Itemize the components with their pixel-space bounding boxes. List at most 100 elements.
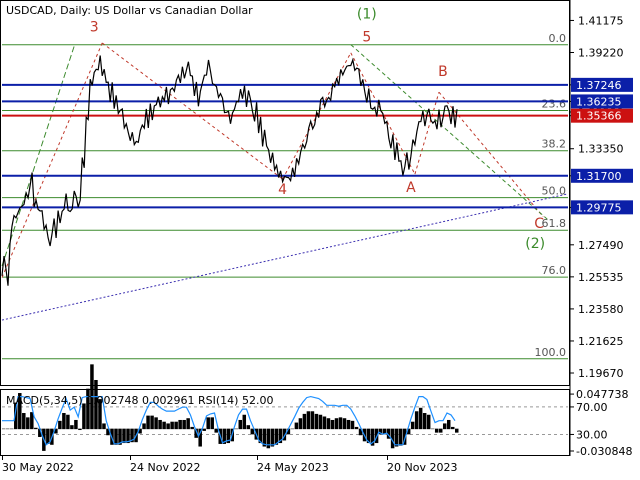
- macd-bar: [302, 413, 307, 430]
- macd-bar: [242, 414, 247, 430]
- wave-label-0: 3: [90, 20, 99, 36]
- macd-bar: [202, 428, 206, 431]
- macd-bar: [326, 418, 331, 430]
- macd-bar: [250, 428, 255, 435]
- chart-symbol-info: USDCAD, Daily: US Dollar vs Canadian Dol…: [6, 4, 253, 17]
- level-tag-label-3: 1.31700: [576, 170, 622, 183]
- macd-bar: [6, 428, 10, 430]
- macd-bar: [22, 413, 26, 430]
- macd-bar: [70, 425, 74, 430]
- macd-bar: [342, 418, 347, 430]
- macd-bar: [178, 419, 182, 430]
- y-tick-label-11: 1.23580: [578, 303, 624, 316]
- macd-bar: [430, 428, 435, 430]
- wave-label-3: (1): [357, 6, 377, 22]
- macd-bar: [146, 415, 150, 430]
- macd-bar: [338, 417, 343, 430]
- macd-bar: [442, 423, 447, 430]
- macd-bar: [410, 421, 415, 430]
- macd-bar: [446, 419, 451, 430]
- macd-bar: [102, 423, 106, 430]
- time-axis: 30 May 2022 24 Nov 2022 24 May 2023 20 Nov …: [2, 456, 457, 474]
- macd-bar: [234, 428, 239, 430]
- macd-bar: [322, 416, 327, 430]
- macd-bar: [214, 428, 218, 433]
- level-tag-label-0: 1.37246: [576, 79, 622, 92]
- macd-bar: [46, 428, 50, 444]
- fib-label-2: 38.2: [542, 138, 567, 151]
- macd-bar: [330, 419, 335, 430]
- macd-bar: [62, 413, 66, 430]
- macd-bar: [270, 428, 275, 447]
- ind-tick-label-3: -0.030848: [576, 445, 632, 458]
- macd-bar: [158, 419, 162, 430]
- macd-bar: [314, 413, 319, 430]
- macd-bar: [398, 428, 403, 446]
- macd-bar: [346, 419, 351, 430]
- fib-label-0: 0.0: [549, 32, 567, 45]
- macd-bar: [310, 411, 315, 430]
- level-tag-label-1: 1.36235: [576, 95, 622, 108]
- y-tick-label-1: 1.39220: [578, 46, 624, 59]
- level-tag-label-4: 1.29775: [576, 201, 622, 214]
- macd-bar: [114, 428, 118, 445]
- macd-bar: [10, 428, 14, 430]
- price-chart: 0.0 23.6 38.2 50.0 61.8 76.0 100.0 3 4 5 (1) A B C (2…: [0, 0, 633, 474]
- macd-bar: [350, 420, 355, 430]
- macd-bar: [162, 421, 166, 430]
- ind-tick-label-1: 70.00: [576, 401, 608, 414]
- y-tick-label-0: 1.41175: [578, 14, 624, 27]
- macd-bar: [354, 426, 359, 430]
- macd-bar: [166, 423, 170, 430]
- ind-tick-label-2: 30.00: [576, 428, 608, 441]
- macd-bar: [298, 418, 303, 430]
- y-tick-label-12: 1.21625: [578, 335, 624, 348]
- macd-bar: [2, 428, 6, 430]
- macd-bar: [190, 426, 194, 430]
- fib-label-5: 76.0: [542, 264, 567, 277]
- level-tag-label-2: 1.35366: [576, 110, 622, 123]
- fib-label-3: 50.0: [542, 185, 567, 198]
- x-tick-label-2: 24 May 2023: [257, 461, 329, 474]
- indicator-info: MACD(5,34,5) 0.002748 0.002961 RSI(14) 5…: [6, 394, 273, 407]
- macd-bar: [294, 422, 299, 430]
- macd-bar: [418, 407, 423, 430]
- x-tick-label-0: 30 May 2022: [2, 461, 74, 474]
- macd-bar: [334, 418, 339, 430]
- price-axis: 1.411751.392201.372461.362351.353661.355…: [570, 14, 624, 380]
- y-tick-label-10: 1.25535: [578, 271, 624, 284]
- macd-bar: [238, 419, 243, 430]
- y-tick-label-9: 1.27490: [578, 239, 624, 252]
- wave-label-5: B: [438, 64, 448, 80]
- macd-bar: [34, 427, 38, 430]
- macd-bar: [210, 417, 214, 430]
- macd-bar: [422, 413, 427, 430]
- wave-label-2: 5: [362, 29, 371, 45]
- fib-label-6: 100.0: [535, 346, 567, 359]
- macd-bar: [26, 417, 30, 430]
- macd-bar: [186, 418, 190, 430]
- x-tick-label-3: 20 Nov 2023: [387, 461, 457, 474]
- macd-bar: [434, 428, 439, 433]
- y-tick-label-13: 1.19670: [578, 367, 624, 380]
- macd-bar: [438, 428, 443, 433]
- macd-bar: [414, 411, 419, 430]
- macd-bar: [246, 425, 251, 430]
- macd-bar: [450, 426, 455, 430]
- macd-bar: [82, 403, 86, 430]
- y-tick-label-6: 1.33350: [578, 143, 624, 156]
- macd-bar: [66, 414, 70, 430]
- macd-bar: [150, 415, 154, 430]
- macd-bar: [182, 419, 186, 430]
- macd-bar: [394, 428, 399, 447]
- fib-label-1: 23.6: [542, 98, 567, 111]
- macd-bar: [154, 417, 158, 430]
- macd-bar: [455, 428, 459, 433]
- wave-label-7: (2): [525, 236, 545, 252]
- wave-label-1: 4: [278, 182, 287, 198]
- wave-label-6: C: [534, 216, 544, 232]
- macd-bar: [306, 411, 311, 430]
- macd-bar: [174, 421, 178, 430]
- fib-label-4: 61.8: [542, 217, 567, 230]
- ind-tick-label-0: 0.047738: [576, 388, 629, 401]
